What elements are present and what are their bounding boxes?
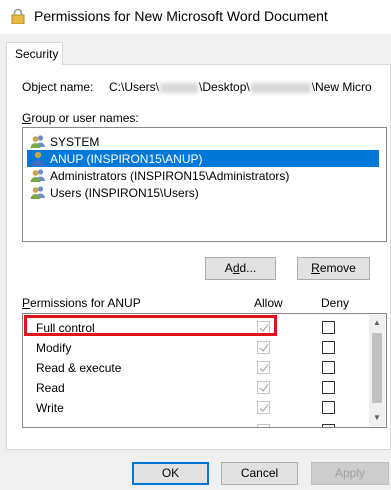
deny-checkbox[interactable] bbox=[322, 361, 335, 374]
tab-security-label: Security bbox=[15, 47, 59, 61]
list-item-label: SYSTEM bbox=[50, 135, 100, 149]
add-button-accel: d bbox=[232, 261, 240, 275]
remove-button-accel: R bbox=[311, 261, 320, 275]
object-path-prefix: C:\Users\ bbox=[109, 80, 160, 94]
object-name-label: Object name: bbox=[22, 80, 94, 94]
deny-checkbox[interactable] bbox=[322, 401, 335, 414]
permission-name: Modify bbox=[36, 341, 72, 355]
deny-header: Deny bbox=[321, 296, 350, 310]
redacted-username bbox=[160, 82, 199, 93]
list-item-label: Administrators (INSPIRON15\Administrator… bbox=[50, 169, 290, 183]
checkmark-icon bbox=[259, 384, 269, 393]
users-group-icon bbox=[30, 135, 45, 148]
group-names-label: Group or user names: bbox=[22, 111, 139, 125]
user-icon bbox=[31, 151, 45, 166]
allow-checkbox[interactable] bbox=[257, 424, 270, 427]
list-item-label: ANUP (INSPIRON15\ANUP) bbox=[50, 152, 203, 166]
group-names-label-text: roup or user names: bbox=[31, 111, 139, 125]
allow-checkbox[interactable] bbox=[257, 321, 270, 334]
deny-checkbox[interactable] bbox=[322, 341, 335, 354]
allow-checkbox[interactable] bbox=[257, 401, 270, 414]
remove-button-text: emove bbox=[319, 261, 356, 275]
window-title: Permissions for New Microsoft Word Docum… bbox=[34, 8, 328, 24]
cancel-button[interactable]: Cancel bbox=[221, 462, 298, 485]
allow-checkbox[interactable] bbox=[257, 341, 270, 354]
list-item-administrators[interactable]: Administrators (INSPIRON15\Administrator… bbox=[27, 167, 379, 184]
permissions-label: Permissions for ANUP bbox=[22, 296, 141, 310]
permission-name: Write bbox=[36, 401, 64, 415]
list-item-anup[interactable]: ANUP (INSPIRON15\ANUP) bbox=[27, 150, 379, 167]
deny-checkbox[interactable] bbox=[322, 381, 335, 394]
permissions-accel: P bbox=[22, 296, 31, 310]
permissions-scrollbar[interactable]: ▲ ▼ bbox=[369, 315, 385, 426]
checkmark-icon bbox=[259, 344, 269, 353]
permission-row-full-control: Full control bbox=[23, 318, 363, 338]
add-button-text-b: d... bbox=[239, 261, 257, 275]
object-path-mid: \Desktop\ bbox=[199, 80, 250, 94]
allow-header: Allow bbox=[254, 296, 283, 310]
tab-security[interactable]: Security bbox=[6, 42, 63, 65]
scrollbar-thumb[interactable] bbox=[372, 333, 382, 403]
users-group-icon bbox=[30, 186, 45, 199]
deny-checkbox[interactable] bbox=[322, 424, 335, 427]
title-bar: Permissions for New Microsoft Word Docum… bbox=[0, 0, 391, 34]
permission-name: Full control bbox=[36, 321, 95, 335]
permission-name: Read & execute bbox=[36, 361, 122, 375]
list-item-users[interactable]: Users (INSPIRON15\Users) bbox=[27, 184, 379, 201]
checkmark-icon bbox=[259, 324, 269, 333]
permission-row-write: Write bbox=[23, 398, 363, 418]
scroll-down-icon[interactable]: ▼ bbox=[369, 410, 385, 426]
checkmark-icon bbox=[259, 364, 269, 373]
permissions-label-text: ermissions for ANUP bbox=[30, 296, 141, 310]
scroll-up-icon[interactable]: ▲ bbox=[369, 315, 385, 331]
permission-row-modify: Modify bbox=[23, 338, 363, 358]
permission-row-read-execute: Read & execute bbox=[23, 358, 363, 378]
permissions-list[interactable]: Full control Modify Read & execute Read … bbox=[22, 313, 387, 428]
permission-name: Read bbox=[36, 381, 65, 395]
object-name-value: C:\Users\ \Desktop\ \New Micro bbox=[109, 80, 372, 94]
object-path-suffix: \New Micro bbox=[311, 80, 372, 94]
checkmark-icon bbox=[259, 404, 269, 413]
ok-button[interactable]: OK bbox=[132, 462, 209, 485]
deny-checkbox[interactable] bbox=[322, 321, 335, 334]
remove-button[interactable]: Remove bbox=[297, 257, 370, 280]
lock-icon bbox=[11, 9, 25, 24]
permission-row-partial bbox=[23, 418, 363, 427]
list-item-label: Users (INSPIRON15\Users) bbox=[50, 186, 199, 200]
redacted-folder bbox=[250, 82, 311, 93]
apply-button[interactable]: Apply bbox=[311, 462, 389, 485]
permission-row-read: Read bbox=[23, 378, 363, 398]
list-item-system[interactable]: SYSTEM bbox=[27, 133, 379, 150]
group-user-list[interactable]: SYSTEM ANUP (INSPIRON15\ANUP) Administra… bbox=[22, 127, 387, 242]
add-button-text-a: A bbox=[224, 261, 233, 275]
allow-checkbox[interactable] bbox=[257, 381, 270, 394]
add-button[interactable]: Add... bbox=[205, 257, 276, 280]
allow-checkbox[interactable] bbox=[257, 361, 270, 374]
users-group-icon bbox=[30, 169, 45, 182]
group-names-accel: G bbox=[22, 111, 32, 125]
